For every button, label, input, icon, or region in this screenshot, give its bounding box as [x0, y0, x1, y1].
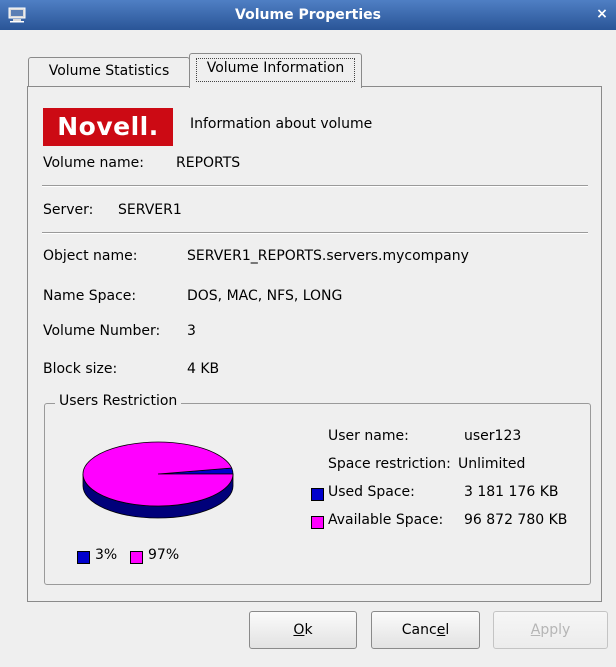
cancel-button[interactable]: Cancel — [371, 611, 480, 649]
ok-button[interactable]: Ok — [249, 611, 357, 649]
volume-number-label: Volume Number: — [43, 323, 161, 339]
cancel-button-label-post: l — [445, 622, 450, 638]
space-restriction-label: Space restriction: — [328, 456, 451, 472]
legend-available-percent: 97% — [148, 547, 180, 563]
legend-available-swatch — [130, 551, 143, 564]
server-value: SERVER1 — [118, 202, 182, 218]
used-space-swatch — [311, 488, 324, 501]
usage-pie-chart — [82, 441, 234, 519]
cancel-button-label-pre: Canc — [401, 622, 437, 638]
available-space-swatch — [311, 516, 324, 529]
ok-button-mnemonic: O — [293, 622, 305, 638]
name-space-value: DOS, MAC, NFS, LONG — [187, 288, 343, 304]
used-space-label: Used Space: — [328, 484, 415, 500]
volume-name-value: REPORTS — [176, 155, 241, 171]
available-space-value: 96 872 780 KB — [464, 512, 568, 528]
users-restriction-group: Users Restriction 3% 97% User name: user… — [44, 393, 591, 585]
legend-used-percent: 3% — [95, 547, 118, 563]
block-size-value: 4 KB — [187, 361, 220, 377]
block-size-label: Block size: — [43, 361, 118, 377]
tab-volume-statistics-label: Volume Statistics — [48, 63, 170, 79]
window-title: Volume Properties — [235, 7, 381, 23]
object-name-value: SERVER1_REPORTS.servers.mycompany — [187, 248, 469, 264]
users-restriction-label: Users Restriction — [55, 393, 182, 409]
available-space-label: Available Space: — [328, 512, 444, 528]
novell-logo: Novell. — [43, 108, 173, 146]
title-bar[interactable]: Volume Properties × — [0, 0, 616, 30]
space-restriction-value: Unlimited — [458, 456, 526, 472]
legend-used-swatch — [77, 551, 90, 564]
apply-button-mnemonic: A — [530, 622, 541, 638]
apply-button-label-post: pply — [540, 622, 571, 638]
ok-button-label-post: k — [304, 622, 313, 638]
user-name-value: user123 — [464, 428, 522, 444]
tab-volume-information-label: Volume Information — [206, 60, 345, 76]
separator — [42, 185, 588, 187]
object-name-label: Object name: — [43, 248, 138, 264]
server-label: Server: — [43, 202, 94, 218]
pie-slice-available-space — [82, 441, 234, 507]
volume-number-value: 3 — [187, 323, 196, 339]
name-space-label: Name Space: — [43, 288, 137, 304]
separator — [42, 232, 588, 234]
apply-button[interactable]: Apply — [493, 611, 608, 649]
tab-volume-information[interactable]: Volume Information — [189, 53, 362, 88]
panel-heading: Information about volume — [190, 116, 373, 132]
close-icon[interactable]: × — [594, 6, 610, 22]
volume-name-label: Volume name: — [43, 155, 144, 171]
used-space-value: 3 181 176 KB — [464, 484, 559, 500]
volume-information-panel: Novell. Information about volume Volume … — [27, 86, 602, 602]
user-name-label: User name: — [328, 428, 409, 444]
tab-volume-statistics[interactable]: Volume Statistics — [28, 57, 190, 86]
